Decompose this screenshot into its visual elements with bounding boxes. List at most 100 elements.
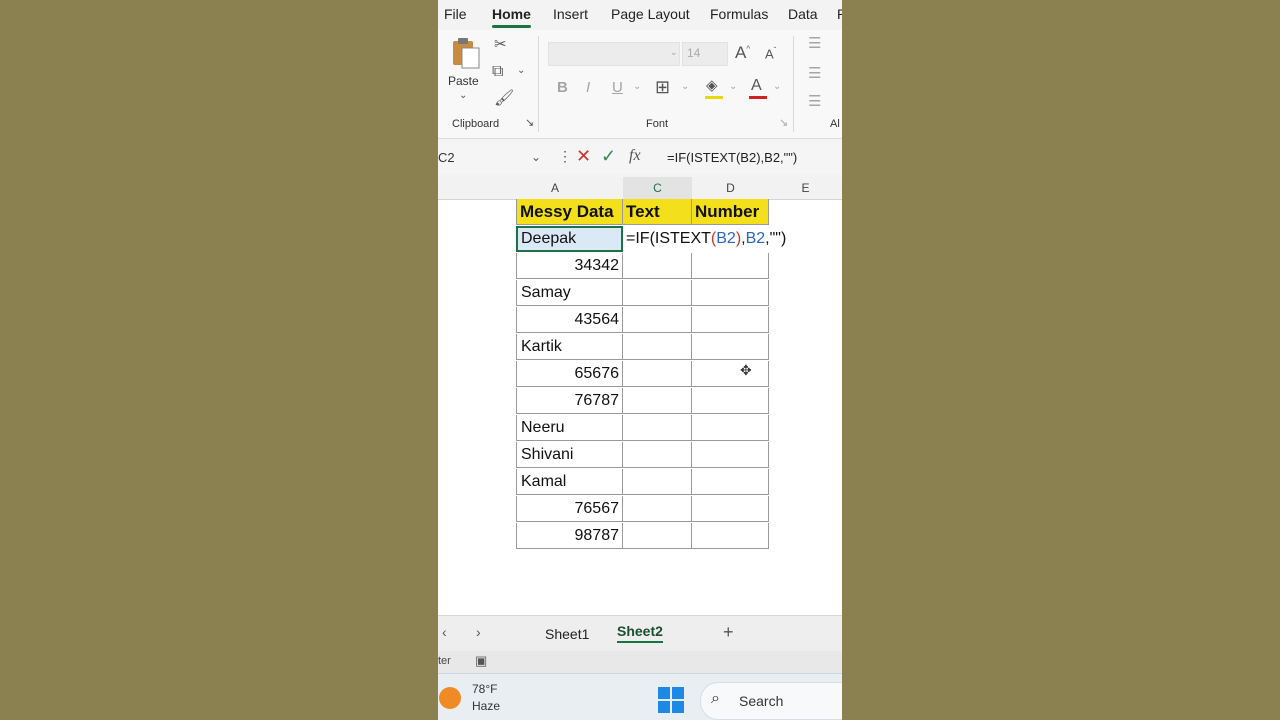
cell-c13[interactable] — [623, 523, 692, 549]
tab-home[interactable]: Home — [492, 6, 531, 28]
header-messy-data[interactable]: Messy Data — [516, 199, 623, 225]
formula-cell-c2[interactable]: =IF(ISTEXT(B2),B2,"") — [623, 226, 786, 252]
tab-file[interactable]: File — [444, 6, 467, 22]
tab-insert[interactable]: Insert — [553, 6, 588, 22]
divider — [538, 36, 539, 132]
add-sheet-icon[interactable]: + — [723, 623, 734, 641]
font-family-chevron-icon: ⌄ — [670, 47, 678, 57]
cell-c12[interactable] — [623, 496, 692, 522]
insert-function-icon[interactable]: fx — [629, 148, 641, 164]
fill-color-icon: ◈ — [706, 77, 718, 94]
cell-b2[interactable]: Deepak — [516, 226, 623, 252]
cell-c5[interactable] — [623, 307, 692, 333]
tab-page-layout[interactable]: Page Layout — [611, 6, 690, 22]
column-header-e[interactable]: E — [769, 177, 842, 200]
cell-c9[interactable] — [623, 415, 692, 441]
cut-icon[interactable]: ✂ — [494, 37, 507, 52]
cell-c7[interactable] — [623, 361, 692, 387]
indent-icon[interactable]: ☰ — [808, 94, 821, 109]
cell-d9[interactable] — [692, 415, 769, 441]
scroll-left-icon[interactable]: ‹ — [442, 625, 447, 639]
name-box[interactable]: C2 — [438, 150, 455, 165]
borders-chevron-icon[interactable]: ⌄ — [681, 82, 689, 92]
italic-button[interactable]: I — [586, 80, 590, 95]
cell-c11[interactable] — [623, 469, 692, 495]
header-number[interactable]: Number — [692, 199, 769, 225]
paste-button[interactable]: Paste ⌄ — [448, 36, 482, 102]
font-color-button[interactable]: A — [748, 78, 768, 100]
cell-b8[interactable]: 76787 — [516, 388, 623, 414]
cell-d12[interactable] — [692, 496, 769, 522]
excel-window: File Home Insert Page Layout Formulas Da… — [438, 0, 842, 720]
cell-b3[interactable]: 34342 — [516, 253, 623, 279]
cancel-icon[interactable]: ✕ — [576, 147, 591, 165]
cell-c8[interactable] — [623, 388, 692, 414]
row-header-corner — [438, 177, 516, 200]
accessibility-icon[interactable]: ▣ — [475, 654, 487, 667]
sheet-tab-sheet1[interactable]: Sheet1 — [545, 626, 589, 642]
worksheet-grid[interactable]: A B C D E Messy Data Text Number Deepak3… — [438, 177, 842, 615]
cell-d11[interactable] — [692, 469, 769, 495]
font-launcher-icon[interactable]: ↘ — [779, 118, 788, 129]
taskbar-search-box[interactable]: ⌕ Search — [700, 682, 842, 720]
copy-icon[interactable]: ⧉ — [492, 64, 503, 80]
column-header-c[interactable]: C — [623, 177, 692, 201]
ribbon: Paste ⌄ ✂ ⧉ ⌄ 🖌 Clipboard ↘ ⌄ 14 A^ Aˇ B… — [438, 30, 842, 139]
tab-data[interactable]: Data — [788, 6, 818, 22]
format-painter-icon[interactable]: 🖌 — [494, 91, 514, 107]
increase-font-icon[interactable]: A^ — [735, 44, 750, 61]
align-left-icon[interactable]: ☰ — [808, 66, 821, 81]
cell-c6[interactable] — [623, 334, 692, 360]
cell-b10[interactable]: Shivani — [516, 442, 623, 468]
cell-b12[interactable]: 76567 — [516, 496, 623, 522]
more-options-icon[interactable]: ⋮ — [558, 149, 572, 163]
fill-color-chevron-icon[interactable]: ⌄ — [729, 82, 737, 92]
cell-d6[interactable] — [692, 334, 769, 360]
weather-sun-icon — [439, 687, 461, 709]
enter-check-icon[interactable]: ✓ — [601, 147, 616, 165]
cell-d3[interactable] — [692, 253, 769, 279]
fill-color-button[interactable]: ◈ — [704, 78, 724, 100]
cell-c4[interactable] — [623, 280, 692, 306]
cell-d8[interactable] — [692, 388, 769, 414]
header-text[interactable]: Text — [623, 199, 692, 225]
scroll-right-icon[interactable]: › — [476, 625, 481, 639]
underline-button[interactable]: U — [612, 80, 623, 95]
font-color-icon: A — [751, 77, 762, 94]
align-top-icon[interactable]: ☰ — [808, 36, 821, 51]
cell-d4[interactable] — [692, 280, 769, 306]
cell-d7[interactable] — [692, 361, 769, 387]
font-size-select[interactable]: 14 — [682, 42, 728, 66]
sheet-tab-sheet2[interactable]: Sheet2 — [617, 623, 663, 643]
decrease-font-icon[interactable]: Aˇ — [765, 47, 776, 61]
column-header-a[interactable]: A — [516, 177, 594, 200]
cell-b11[interactable]: Kamal — [516, 469, 623, 495]
column-header-d[interactable]: D — [692, 177, 769, 200]
formula-ref1: B2 — [716, 230, 736, 247]
name-box-chevron-icon[interactable]: ⌄ — [531, 151, 541, 163]
cell-b9[interactable]: Neeru — [516, 415, 623, 441]
windows-start-icon[interactable] — [658, 687, 684, 713]
cell-c10[interactable] — [623, 442, 692, 468]
font-family-select[interactable] — [548, 42, 680, 66]
font-color-chevron-icon[interactable]: ⌄ — [773, 82, 781, 92]
bold-button[interactable]: B — [557, 80, 568, 95]
cell-b13[interactable]: 98787 — [516, 523, 623, 549]
cell-d13[interactable] — [692, 523, 769, 549]
tab-review[interactable]: R — [837, 6, 842, 22]
formula-input[interactable]: =IF(ISTEXT(B2),B2,"") — [667, 150, 797, 165]
clipboard-launcher-icon[interactable]: ↘ — [525, 118, 534, 129]
borders-icon[interactable]: ⊞ — [655, 78, 670, 96]
cell-b4[interactable]: Samay — [516, 280, 623, 306]
copy-dropdown-icon[interactable]: ⌄ — [517, 66, 525, 76]
tab-formulas[interactable]: Formulas — [710, 6, 768, 22]
cell-b5[interactable]: 43564 — [516, 307, 623, 333]
search-icon: ⌕ — [711, 690, 720, 707]
cell-d5[interactable] — [692, 307, 769, 333]
cell-b7[interactable]: 65676 — [516, 361, 623, 387]
cell-c3[interactable] — [623, 253, 692, 279]
cell-d10[interactable] — [692, 442, 769, 468]
font-group-label: Font — [646, 118, 669, 130]
underline-chevron-icon[interactable]: ⌄ — [633, 82, 641, 92]
cell-b6[interactable]: Kartik — [516, 334, 623, 360]
